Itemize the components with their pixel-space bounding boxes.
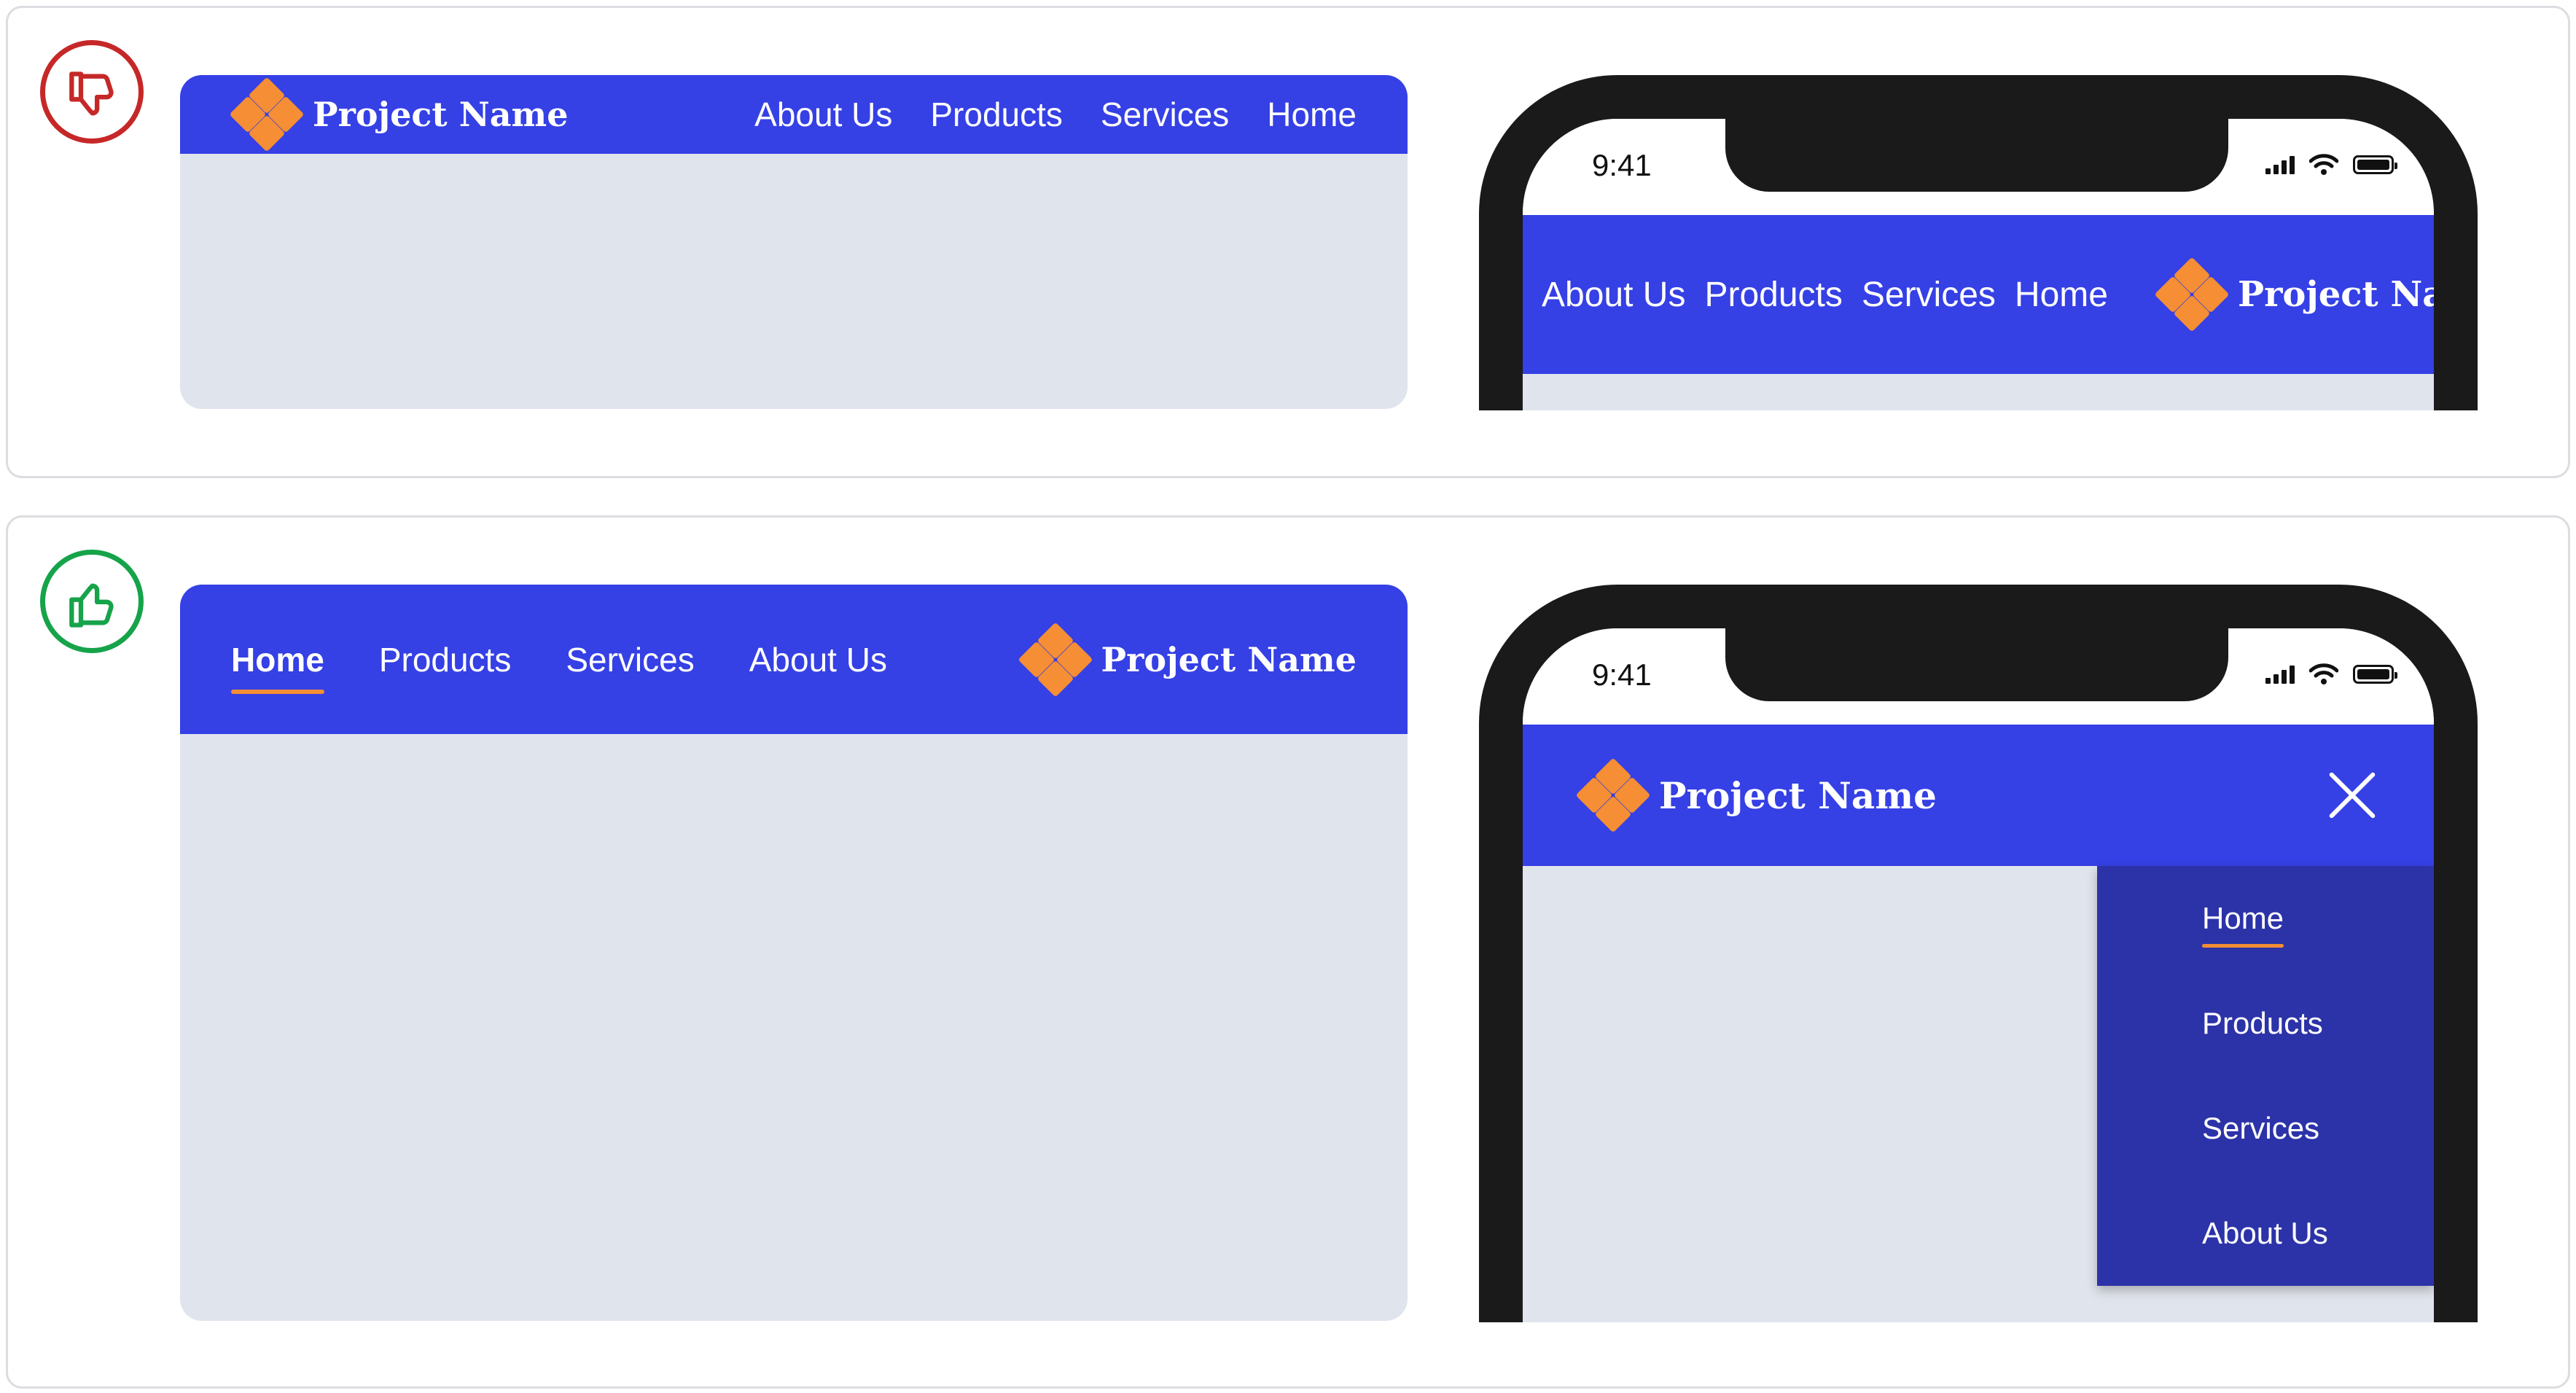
status-bar: 9:41 [1523,119,2434,215]
nav-link-services[interactable]: Services [566,640,694,679]
menu-item-services[interactable]: Services [2202,1111,2319,1146]
phone-screen: 9:41 Project Name Home Products Services [1523,628,2434,1322]
mobile-nav-link-services[interactable]: Services [1862,275,1996,315]
brand-name: Project Name [1101,639,1357,679]
status-time: 9:41 [1592,148,1652,182]
desktop-nav-links: Home Products Services About Us [231,640,942,694]
bad-example-card: Project Name About Us Products Services … [6,6,2570,478]
mobile-brand[interactable]: Project Name [1575,757,1937,833]
diamond-cluster-logo-icon [1575,757,1651,833]
diamond-cluster-logo-icon [229,77,305,152]
phone-mockup: 9:41 Project Name Home Products Services [1479,585,2478,1322]
mobile-nav-link-products[interactable]: Products [1704,275,1842,315]
brand[interactable]: Project Name [1018,622,1357,697]
phone-screen: 9:41 About Us Products Services Home Pro… [1523,119,2434,410]
mobile-nav-link-home[interactable]: Home [2015,275,2108,315]
mobile-navbar: About Us Products Services Home Project … [1523,215,2434,374]
nav-link-home[interactable]: Home [231,640,324,694]
wifi-icon [2309,663,2338,684]
menu-item-about[interactable]: About Us [2202,1216,2328,1251]
signal-icon [2263,155,2295,174]
status-time: 9:41 [1592,658,1652,692]
desktop-mockup: Home Products Services About Us Project … [180,585,1408,1321]
close-icon[interactable] [2325,768,2379,822]
mobile-navbar: Project Name [1523,725,2434,866]
nav-link-services[interactable]: Services [1101,95,1229,134]
nav-link-products[interactable]: Products [930,95,1063,134]
wifi-icon [2309,154,2338,175]
phone-notch [1725,119,2228,192]
diamond-cluster-logo-icon [1018,622,1093,697]
brand[interactable]: Project Name [229,77,569,152]
menu-item-products[interactable]: Products [2202,1006,2323,1041]
nav-link-about[interactable]: About Us [749,640,887,679]
desktop-mockup: Project Name About Us Products Services … [180,75,1408,409]
diamond-cluster-logo-icon [2154,257,2230,332]
nav-link-products[interactable]: Products [379,640,512,679]
desktop-navbar: Project Name About Us Products Services … [180,75,1408,154]
mobile-brand[interactable]: Project Name [2154,257,2434,332]
nav-link-home[interactable]: Home [1267,95,1357,134]
status-bar: 9:41 [1523,628,2434,725]
desktop-nav-links: About Us Products Services Home [717,95,1357,134]
battery-icon [2353,665,2397,684]
desktop-navbar: Home Products Services About Us Project … [180,585,1408,734]
signal-icon [2263,665,2295,684]
phone-notch [1725,628,2228,701]
thumbs-up-icon [40,550,144,653]
mobile-brand-name: Project Name [2237,274,2434,315]
brand-name: Project Name [313,95,569,134]
mobile-nav-link-about[interactable]: About Us [1542,275,1685,315]
menu-item-home[interactable]: Home [2202,901,2284,948]
phone-mockup: 9:41 About Us Products Services Home Pro… [1479,75,2478,410]
battery-icon [2353,155,2397,174]
good-example-card: Home Products Services About Us Project … [6,515,2570,1389]
mobile-brand-name: Project Name [1659,773,1937,817]
nav-link-about[interactable]: About Us [754,95,892,134]
mobile-menu-drawer: Home Products Services About Us [2097,866,2434,1286]
thumbs-down-icon [40,40,144,144]
